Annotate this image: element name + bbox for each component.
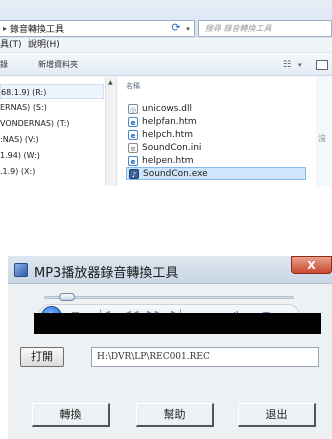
scroll-up-icon[interactable]: ▲ [108, 79, 113, 86]
address-bar-row: ▸ 錄音轉換工具 ▾ ⟳ 搜尋 錄音轉換工具 [0, 0, 332, 38]
htm-file-icon: e [128, 155, 138, 166]
share-button[interactable]: 錄 [0, 54, 8, 76]
open-button[interactable]: 打開 [20, 347, 64, 367]
file-list-pane: 名稱 ◎ unicows.dll e helpfan.htm e helpch.… [118, 77, 316, 186]
htm-file-icon: e [128, 116, 138, 127]
details-pane-text: 沒 [318, 134, 326, 143]
dll-file-icon: ◎ [128, 103, 138, 114]
nav-item-drive-w[interactable]: 1.94) (W:) [0, 148, 104, 163]
seek-bar[interactable] [44, 296, 294, 299]
breadcrumb-arrow-icon[interactable]: ▸ [0, 24, 10, 33]
nav-item-drive-r[interactable]: 68.1.9) (R:) [0, 84, 104, 99]
nav-item-drive-s[interactable]: ERNAS) (S:) [0, 100, 104, 115]
convert-button[interactable]: 轉換 [32, 403, 110, 427]
file-row[interactable]: ◎ unicows.dll [126, 102, 306, 115]
file-row[interactable]: e helpfan.htm [126, 115, 306, 128]
file-name: SoundCon.exe [143, 168, 208, 179]
close-button[interactable]: X [291, 256, 332, 274]
file-explorer-window: ▸ 錄音轉換工具 ▾ ⟳ 搜尋 錄音轉換工具 具(T) 說明(H) 錄 新增資料… [0, 0, 332, 186]
file-row[interactable]: ≡ SoundCon.ini [126, 141, 306, 154]
new-folder-button[interactable]: 新增資料夾 [38, 54, 78, 76]
help-button[interactable]: 幫助 [136, 403, 214, 427]
menu-help[interactable]: 說明(H) [28, 38, 60, 53]
app-icon [14, 263, 28, 277]
nav-scrollbar[interactable]: ▲ [105, 77, 116, 186]
video-display-area [34, 313, 321, 334]
nav-item-drive-v[interactable]: :NAS) (V:) [0, 132, 104, 147]
title-bar[interactable]: MP3播放器錄音轉換工具 X [8, 256, 332, 284]
menu-tools[interactable]: 具(T) [0, 38, 22, 53]
file-name: helpen.htm [142, 155, 194, 166]
address-path[interactable]: 錄音轉換工具 [10, 22, 182, 35]
view-options-icon[interactable]: ☷ [283, 54, 291, 76]
ini-file-icon: ≡ [128, 142, 138, 153]
htm-file-icon: e [128, 129, 138, 140]
refresh-icon[interactable]: ⟳ [166, 20, 186, 37]
file-name: helpch.htm [142, 129, 193, 140]
navigation-pane: 68.1.9) (R:) ERNAS) (S:) VONDERNAS) (T:)… [0, 77, 117, 186]
file-path-field[interactable]: H:\DVR\LP\REC001.REC [91, 347, 319, 367]
seek-thumb[interactable] [59, 293, 75, 301]
nav-item-drive-t[interactable]: VONDERNAS) (T:) [0, 116, 104, 131]
preview-pane-button[interactable] [316, 60, 328, 70]
file-row-selected[interactable]: ♪ SoundCon.exe [126, 167, 306, 180]
search-placeholder: 搜尋 錄音轉換工具 [205, 24, 272, 33]
column-header-name[interactable]: 名稱 [126, 81, 140, 91]
window-title: MP3播放器錄音轉換工具 [34, 266, 179, 281]
file-name: unicows.dll [142, 103, 192, 114]
file-name: SoundCon.ini [142, 142, 202, 153]
nav-item-drive-x[interactable]: .1.9) (X:) [0, 164, 104, 179]
command-bar: 錄 新增資料夾 ☷ ▾ [0, 54, 332, 76]
menu-bar: 具(T) 說明(H) [0, 38, 332, 53]
exe-file-icon: ♪ [129, 168, 139, 179]
file-row[interactable]: e helpch.htm [126, 128, 306, 141]
chevron-down-icon[interactable]: ▾ [298, 54, 302, 76]
search-input[interactable]: 搜尋 錄音轉換工具 [198, 20, 332, 37]
exit-button[interactable]: 退出 [238, 403, 316, 427]
file-row[interactable]: e helpen.htm [126, 154, 306, 167]
file-name: helpfan.htm [142, 116, 197, 127]
